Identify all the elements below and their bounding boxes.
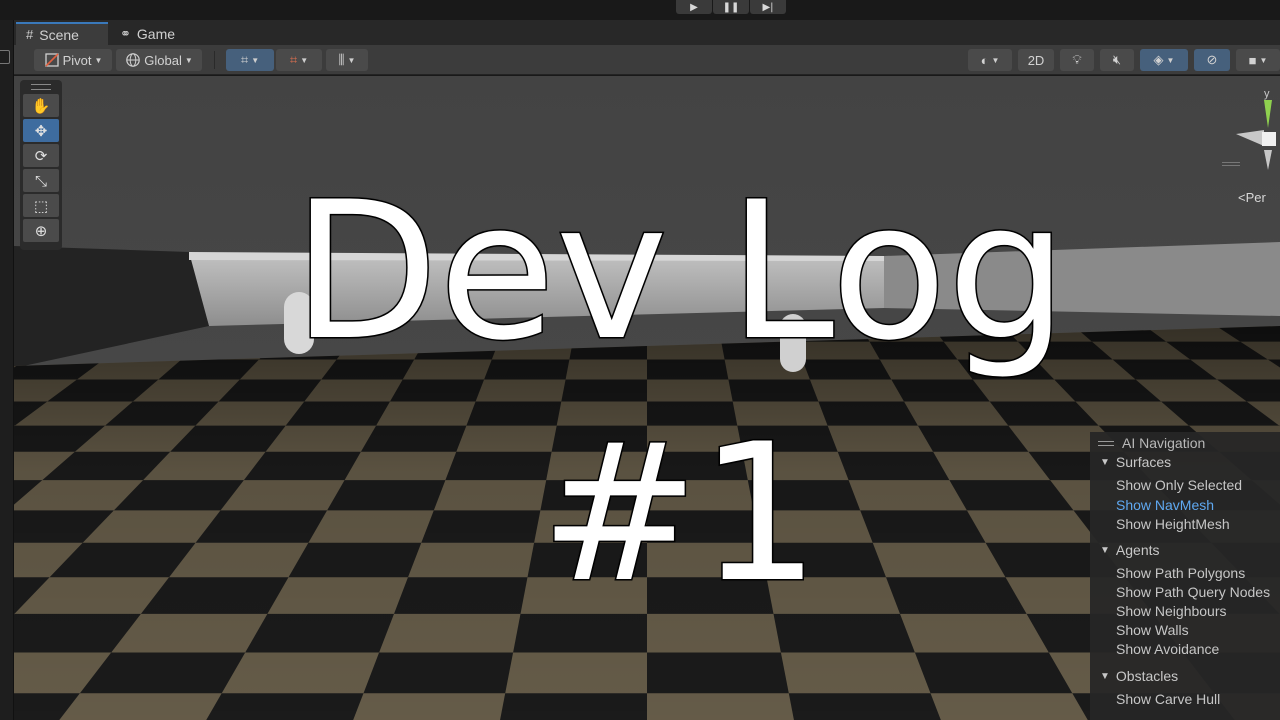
pivot-icon: [44, 53, 59, 67]
chevron-down-icon: ▼: [1166, 55, 1175, 65]
option-show-carve-hull[interactable]: Show Carve Hull: [1116, 691, 1220, 707]
play-button-group: ▶ ❚❚ ▶|: [676, 0, 786, 14]
view-tab-bar: # Scene ⚭ Game: [14, 20, 1280, 45]
scale-tool-button[interactable]: ⤡: [23, 169, 59, 192]
step-button[interactable]: ▶|: [750, 0, 786, 14]
foldout-triangle-icon: ▼: [1100, 670, 1110, 682]
tab-scene[interactable]: # Scene: [16, 22, 108, 45]
pause-button[interactable]: ❚❚: [713, 0, 749, 14]
scene-visibility-toggle[interactable]: ⊘: [1194, 49, 1230, 71]
step-icon: ▶|: [762, 1, 774, 13]
option-show-only-selected[interactable]: Show Only Selected: [1116, 477, 1242, 493]
grip-handle-icon: [1098, 440, 1114, 446]
grid-snap-icon: ⌗: [240, 52, 249, 67]
video-title-line1: Dev Log: [291, 160, 1069, 383]
effects-dropdown[interactable]: ◈ ▼: [1140, 49, 1188, 71]
grid-snap-toggle[interactable]: ⌗ ▼: [226, 49, 274, 71]
tab-game-label: Game: [136, 25, 176, 42]
eye-slash-icon: ⊘: [1206, 52, 1218, 67]
camera-settings-dropdown[interactable]: ■ ▼: [1236, 49, 1280, 71]
y-axis-cone: [1264, 100, 1272, 128]
chevron-down-icon: ▼: [251, 55, 260, 65]
agents-heading: Agents: [1115, 542, 1160, 558]
foldout-triangle-icon: ▼: [1100, 456, 1110, 468]
rotate-icon: ⟳: [34, 146, 48, 165]
surfaces-heading: Surfaces: [1115, 454, 1172, 470]
panel-toggle-button[interactable]: [0, 50, 10, 64]
option-show-path-polygons[interactable]: Show Path Polygons: [1116, 565, 1245, 581]
chevron-down-icon: ▼: [184, 55, 193, 65]
global-dropdown[interactable]: Global ▼: [116, 49, 202, 71]
globe-icon: [126, 53, 141, 67]
pivot-label: Pivot: [62, 52, 92, 68]
video-title-line2: #1: [538, 402, 821, 625]
lighting-toggle[interactable]: 💡︎: [1060, 49, 1094, 71]
increment-snap-dropdown[interactable]: ⌗ ▼: [276, 49, 322, 71]
y-axis-label: y: [1264, 88, 1270, 100]
move-icon: ✥: [34, 121, 48, 140]
toolbar-separator: [214, 51, 215, 69]
option-show-heightmesh[interactable]: Show HeightMesh: [1116, 516, 1230, 532]
tab-game[interactable]: ⚭ Game: [110, 22, 200, 45]
option-show-path-query-nodes[interactable]: Show Path Query Nodes: [1116, 584, 1270, 600]
2d-mode-toggle[interactable]: 2D: [1018, 49, 1054, 71]
surfaces-foldout[interactable]: ▼ Surfaces: [1100, 454, 1171, 470]
shading-mode-dropdown[interactable]: ◐ ▼: [968, 49, 1012, 71]
obstacles-foldout[interactable]: ▼ Obstacles: [1100, 668, 1178, 684]
align-grid-icon: ⫼: [338, 52, 345, 67]
rect-tool-button[interactable]: ⬚: [23, 194, 59, 217]
projection-label[interactable]: y <Per: [1238, 88, 1270, 205]
chevron-down-icon: ▼: [991, 55, 1000, 65]
left-panel-edge: [0, 20, 14, 720]
agents-foldout[interactable]: ▼ Agents: [1100, 542, 1160, 558]
align-dropdown[interactable]: ⫼ ▼: [326, 49, 368, 71]
option-show-avoidance[interactable]: Show Avoidance: [1116, 641, 1219, 657]
orientation-gizmo[interactable]: [1226, 86, 1280, 186]
scale-icon: ⤡: [34, 171, 47, 190]
option-show-walls[interactable]: Show Walls: [1116, 622, 1189, 638]
foldout-triangle-icon: ▼: [1100, 544, 1110, 556]
ai-navigation-header[interactable]: AI Navigation: [1098, 435, 1205, 451]
option-show-neighbours[interactable]: Show Neighbours: [1116, 603, 1227, 619]
camera-icon: ■: [1248, 52, 1257, 68]
hand-tool-button[interactable]: ✋: [23, 94, 59, 117]
light-bulb-icon: 💡︎: [1072, 52, 1082, 67]
transform-icon: ⊕: [34, 221, 48, 240]
play-icon: ▶: [690, 1, 698, 13]
rotate-tool-button[interactable]: ⟳: [23, 144, 59, 167]
obstacles-heading: Obstacles: [1115, 668, 1179, 684]
z-axis-cone: [1264, 150, 1272, 170]
transform-tool-button[interactable]: ⊕: [23, 219, 59, 242]
x-axis-cone: [1236, 130, 1264, 146]
layers-icon: ◈: [1153, 52, 1164, 67]
scene-toolbar: Pivot ▼ Global ▼ ⌗ ▼ ⌗ ▼ ⫼ ▼ ◐ ▼ 2D 💡︎ 🔇…: [14, 45, 1280, 75]
chevron-down-icon: ▼: [347, 55, 356, 65]
projection-text: <Per: [1238, 190, 1266, 205]
play-button[interactable]: ▶: [676, 0, 712, 14]
pause-icon: ❚❚: [722, 1, 740, 13]
chevron-down-icon: ▼: [94, 55, 103, 65]
rect-transform-icon: ⬚: [33, 196, 49, 215]
ai-navigation-overlay: AI Navigation ▼ Surfaces Show Only Selec…: [1090, 432, 1280, 720]
gamepad-icon: ⚭: [120, 25, 131, 41]
tab-scene-label: Scene: [39, 26, 79, 43]
option-show-navmesh[interactable]: Show NavMesh: [1116, 497, 1214, 513]
2d-mode-label: 2D: [1027, 52, 1045, 68]
chevron-down-icon: ▼: [1259, 55, 1268, 65]
play-controls-bar: ▶ ❚❚ ▶|: [0, 0, 1280, 20]
chevron-down-icon: ▼: [300, 55, 309, 65]
global-label: Global: [144, 52, 182, 68]
gizmo-center-cube: [1262, 132, 1276, 146]
increment-snap-icon: ⌗: [289, 52, 298, 67]
tool-palette: ✋ ✥ ⟳ ⤡ ⬚ ⊕: [20, 80, 62, 250]
pivot-dropdown[interactable]: Pivot ▼: [34, 49, 112, 71]
grid-icon: #: [26, 27, 34, 42]
shading-sphere-icon: ◐: [980, 52, 989, 68]
palette-grip-handle[interactable]: [31, 84, 51, 90]
move-tool-button[interactable]: ✥: [23, 119, 59, 142]
audio-toggle[interactable]: 🔇︎: [1100, 49, 1134, 71]
audio-mute-icon: 🔇︎: [1112, 52, 1122, 67]
ai-navigation-title: AI Navigation: [1122, 435, 1206, 451]
hand-icon: ✋: [31, 96, 51, 115]
